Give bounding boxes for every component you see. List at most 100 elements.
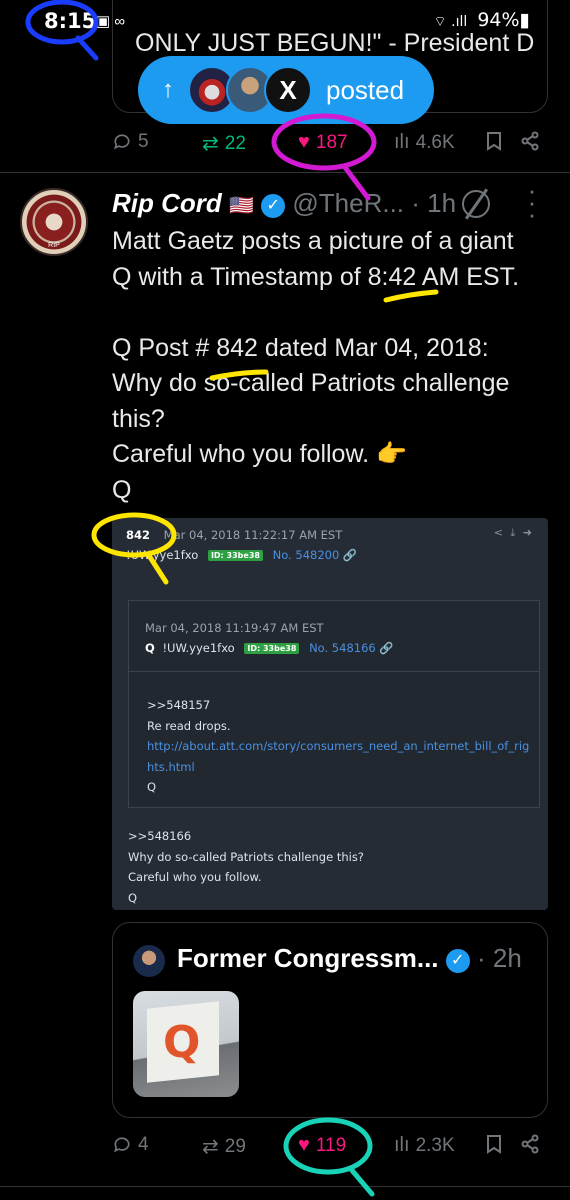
repost-icon: ⇄ <box>202 133 219 155</box>
share-button[interactable] <box>520 1134 540 1154</box>
outer-sign: Q <box>128 890 138 905</box>
post-number-link: No. 548200 🔗 <box>272 548 358 562</box>
views-count: 4.6K <box>415 131 455 153</box>
reply-count: 4 <box>138 1134 149 1155</box>
like-count: 187 <box>315 131 348 153</box>
divider <box>0 1186 570 1187</box>
new-posts-pill[interactable]: ↑ X posted <box>138 56 434 124</box>
tweet-action-bar: 5 ⇄ 22 ♥ 187 ılı 4.6K <box>112 131 542 161</box>
posted-label: posted <box>326 74 405 105</box>
bookmark-icon <box>487 1135 501 1154</box>
views-button[interactable]: ılı 4.6K <box>394 131 455 154</box>
reply-count: 5 <box>138 131 149 152</box>
user-handle[interactable]: @TheR... <box>292 188 404 218</box>
inner-meta: Q !UW.yye1fxo ID: 33be38 No. 548166 🔗 <box>145 641 394 655</box>
id-badge: ID: 33be38 <box>244 643 300 654</box>
heart-icon: ♥ <box>298 1134 310 1156</box>
repost-icon: ⇄ <box>202 1136 219 1158</box>
quoted-tweet-card[interactable]: Former Congressm... ✓ · 2h Q <box>112 922 548 1118</box>
reply-button[interactable]: 5 <box>112 131 149 153</box>
id-badge: ID: 33be38 <box>207 550 263 561</box>
inner-timestamp: Mar 04, 2018 11:19:47 AM EST <box>145 621 324 635</box>
quoted-tweet-header: Former Congressm... ✓ · 2h <box>177 943 522 974</box>
tweet-line: Why do so-called Patriots challenge <box>112 369 510 397</box>
inner-line: Re read drops. <box>147 718 231 733</box>
like-button[interactable]: ♥ 119 <box>298 1134 346 1157</box>
reply-button[interactable]: 4 <box>112 1134 149 1156</box>
inner-body: >>548157 Re read drops. http://about.att… <box>147 695 537 798</box>
qpost-tools-icons: < ⤓ ➜ <box>493 526 534 539</box>
quoted-tweet-photo[interactable]: Q <box>133 991 239 1097</box>
qpost-timestamp: Mar 04, 2018 11:22:17 AM EST <box>163 528 343 542</box>
tweet-action-bar: 4 ⇄ 29 ♥ 119 ılı 2.3K <box>112 1134 542 1164</box>
divider <box>129 671 539 672</box>
tweet-line <box>112 295 552 331</box>
reply-icon <box>114 1137 130 1153</box>
tweet-line: Careful who you follow. 👉 <box>112 440 408 468</box>
clock: 8:15 <box>44 9 97 33</box>
flag-emoji: 🇺🇸 <box>229 195 254 217</box>
inner-tripcode: !UW.yye1fxo <box>162 641 235 655</box>
avatar[interactable]: RIP <box>20 188 88 256</box>
grok-icon[interactable] <box>462 190 490 218</box>
share-icon <box>521 1134 539 1154</box>
bookmark-icon <box>487 132 501 151</box>
tweet-time[interactable]: · 1h <box>411 188 456 218</box>
display-name[interactable]: Rip Cord <box>112 188 222 218</box>
inner-link: http://about.att.com/story/consumers_nee… <box>147 739 530 753</box>
inner-sign: Q <box>147 780 157 794</box>
qpost-body: >>548166 Why do so-called Patriots chall… <box>128 826 364 908</box>
heart-icon: ♥ <box>298 131 310 153</box>
avatar: X <box>264 66 312 114</box>
quoted-tweet-text: ONLY JUST BEGUN!" - President D <box>135 29 535 57</box>
painted-q-glyph: Q <box>163 1017 201 1068</box>
attached-image[interactable]: 842 Mar 04, 2018 11:22:17 AM EST < ⤓ ➜ !… <box>112 518 548 910</box>
tweet-header: Rip Cord 🇺🇸 ✓ @TheR... · 1h <box>112 188 456 219</box>
avatar-text: RIP <box>48 242 60 249</box>
repost-button[interactable]: ⇄ 22 <box>202 131 246 156</box>
reply-icon <box>114 134 130 150</box>
like-count: 119 <box>315 1134 347 1156</box>
bookmark-button[interactable] <box>486 1134 502 1154</box>
tweet-line: Q <box>112 475 132 504</box>
blue-annotation-tail <box>75 35 99 61</box>
divider <box>0 172 570 173</box>
qpost-number: 842 <box>126 528 151 542</box>
repost-count: 22 <box>224 132 246 154</box>
repost-count: 29 <box>224 1135 246 1157</box>
arrow-up-icon: ↑ <box>162 76 174 103</box>
quoted-tweet-time: · 2h <box>476 943 522 973</box>
quoted-display-name: Former Congressm... <box>177 943 439 973</box>
qpost-meta: !UW.yye1fxo ID: 33be38 No. 548200 🔗 <box>126 548 357 562</box>
post-number-link: No. 548166 🔗 <box>309 641 394 655</box>
inner-author: Q <box>145 641 155 655</box>
qpost-inner-quote: Mar 04, 2018 11:19:47 AM EST Q !UW.yye1f… <box>128 600 540 808</box>
bookmark-button[interactable] <box>486 131 502 151</box>
repost-button[interactable]: ⇄ 29 <box>202 1134 246 1159</box>
views-count: 2.3K <box>415 1134 455 1156</box>
tweet-text: Matt Gaetz posts a picture of a giant Q … <box>112 224 552 508</box>
inner-link: hts.html <box>147 759 195 774</box>
outer-line: Why do so-called Patriots challenge this… <box>128 849 364 864</box>
tweet-line: Q Post # 842 dated Mar 04, 2018: <box>112 333 489 362</box>
qpost-header: 842 Mar 04, 2018 11:22:17 AM EST <box>126 528 342 542</box>
inner-ref: >>548157 <box>147 698 211 712</box>
tweet-line: Matt Gaetz posts a picture of a giant <box>112 227 514 255</box>
more-icon[interactable]: · · · <box>522 177 542 227</box>
like-button[interactable]: ♥ 187 <box>298 131 348 154</box>
outer-ref: >>548166 <box>128 829 192 843</box>
verified-icon: ✓ <box>261 194 286 218</box>
share-button[interactable] <box>520 131 540 151</box>
views-icon: ılı <box>394 1134 410 1156</box>
tweet-line: Q with a Timestamp of 8:42 AM EST. <box>112 262 520 291</box>
share-icon <box>521 131 539 151</box>
verified-icon: ✓ <box>445 949 470 973</box>
tweet-line: this? <box>112 404 165 433</box>
views-button[interactable]: ılı 2.3K <box>394 1134 455 1157</box>
poster-avatars: X <box>188 66 312 114</box>
avatar <box>133 945 165 977</box>
teal-annotation-tail <box>347 1165 375 1197</box>
outer-line: Careful who you follow. <box>128 870 262 884</box>
qpost-tripcode: !UW.yye1fxo <box>126 548 199 562</box>
views-icon: ılı <box>394 131 410 153</box>
